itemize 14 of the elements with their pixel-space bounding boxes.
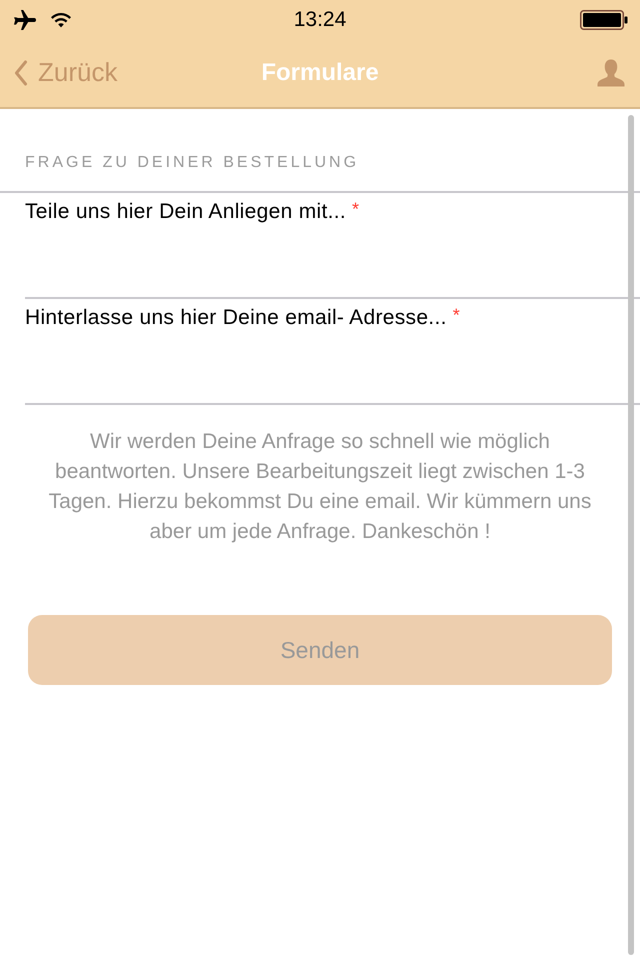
required-mark: * xyxy=(452,305,460,325)
profile-button[interactable] xyxy=(596,58,626,88)
required-mark: * xyxy=(352,199,360,219)
info-text: Wir werden Deine Anfrage so schnell wie möglich beantworten. Unsere Bearbeitungszeit liegt zwischen 1-3 Tagen. Hierzu bekommst Du eine email. Wir kümmern uns aber um jede Anfrage. Dankeschön ! xyxy=(48,429,592,545)
chevron-left-icon xyxy=(14,60,28,86)
page-title: Formulare xyxy=(261,58,379,86)
wifi-icon xyxy=(50,12,72,28)
person-icon xyxy=(596,58,626,88)
field-label: Hinterlasse uns hier Deine email- Adresse... xyxy=(25,305,447,330)
airplane-icon xyxy=(12,10,36,30)
field-label: Teile uns hier Dein Anliegen mit... xyxy=(25,199,346,224)
section-header: FRAGE ZU DEINER BESTELLUNG xyxy=(24,153,360,173)
status-time: 13:24 xyxy=(294,8,346,32)
battery-icon xyxy=(580,10,628,30)
